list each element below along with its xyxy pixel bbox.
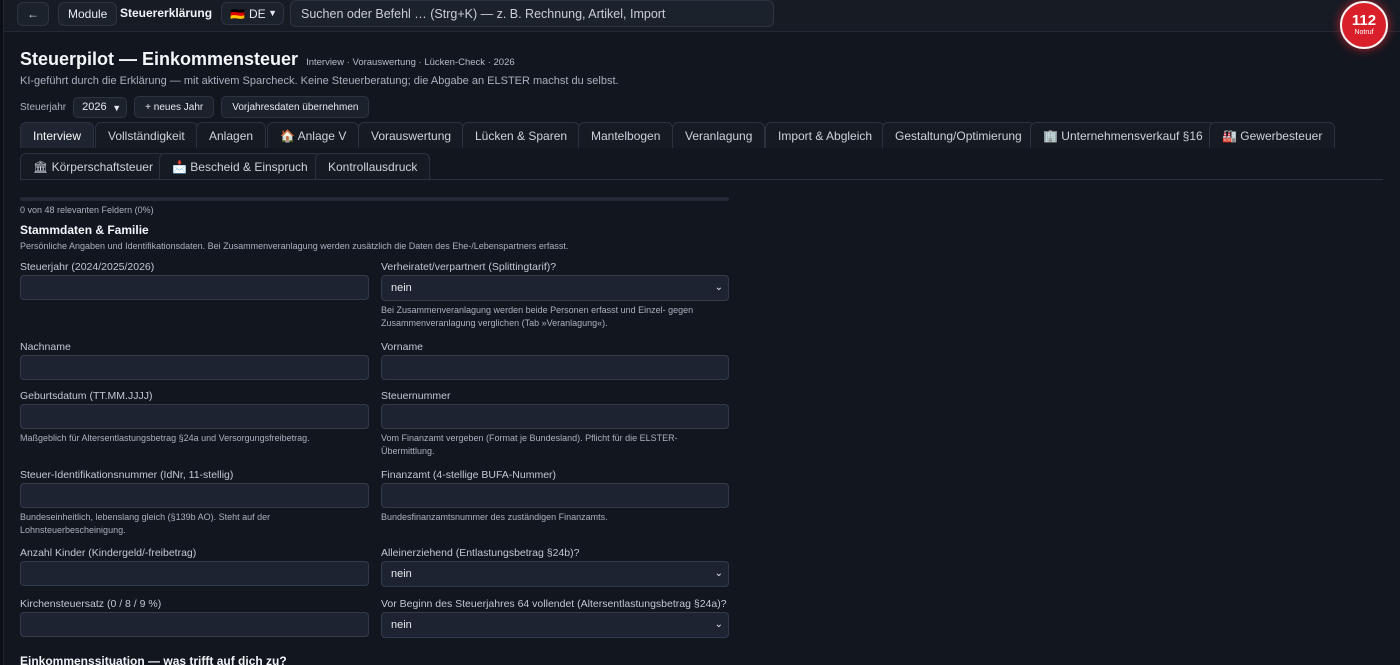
field-label-kirchensteuer: Kirchensteuersatz (0 / 8 / 9 %) [20, 598, 162, 610]
chevron-down-icon: ⌄ [714, 282, 723, 293]
steuernummer-hint: Vom Finanzamt vergeben (Format je Bundes… [381, 433, 678, 456]
search-input[interactable]: Suchen oder Befehl … (Strg+K) — z. B. Re… [290, 0, 774, 27]
finanzamt-hint: Bundesfinanzamtsnummer des zuständigen F… [381, 512, 608, 522]
year-value: 2026 [82, 101, 107, 113]
tab-mantelbogen[interactable]: Mantelbogen [578, 122, 674, 148]
geburtsdatum-input[interactable] [20, 404, 369, 429]
tab-gestaltung[interactable]: Gestaltung/Optimierung [882, 122, 1035, 148]
field-label-idnr: Steuer-Identifikationsnummer (IdNr, 11-s… [20, 469, 234, 481]
idnr-hint: Bundeseinheitlich, lebenslang gleich (§1… [20, 512, 271, 535]
tab-interview[interactable]: Interview [20, 122, 95, 148]
progress-text: 0 von 48 relevanten Feldern (0%) [20, 205, 154, 215]
verheiratet-value: nein [391, 282, 412, 294]
tab-vollstaendigkeit[interactable]: Vollständigkeit [95, 122, 198, 148]
steuerjahr-input[interactable] [20, 275, 369, 300]
tab-import-abgleich[interactable]: Import & Abgleich [765, 122, 886, 148]
language-select[interactable]: 🇩🇪 DE ▼ [221, 2, 284, 25]
left-rail [0, 0, 4, 665]
alter64-select[interactable]: nein ⌄ [381, 612, 729, 638]
tab-veranlagung[interactable]: Veranlagung [672, 122, 766, 148]
emergency-button[interactable]: 112 Notruf [1340, 1, 1388, 49]
app-title: Steuererklärung [120, 6, 213, 20]
chevron-down-icon: ▼ [268, 8, 277, 18]
tab-gewerbesteuer[interactable]: 🏭 Gewerbesteuer [1209, 122, 1336, 148]
field-label-nachname: Nachname [20, 341, 71, 353]
emergency-label: Notruf [1354, 29, 1374, 36]
alleinerziehend-value: nein [391, 568, 412, 580]
vorname-input[interactable] [381, 355, 729, 380]
nachname-input[interactable] [20, 355, 369, 380]
verheiratet-hint: Bei Zusammenveranlagung werden beide Per… [381, 305, 694, 328]
progress-bar [20, 197, 729, 201]
field-label-steuerjahr: Steuerjahr (2024/2025/2026) [20, 261, 155, 273]
field-label-finanzamt: Finanzamt (4-stellige BUFA-Nummer) [381, 469, 557, 481]
new-year-button[interactable]: + neues Jahr [134, 96, 215, 118]
year-label: Steuerjahr [20, 101, 67, 113]
finanzamt-input[interactable] [381, 483, 729, 508]
page-header: Steuerpilot — Einkommensteuer Interview … [20, 49, 515, 70]
field-label-kinder: Anzahl Kinder (Kindergeld/-freibetrag) [20, 547, 197, 559]
field-label-alter64: Vor Beginn des Steuerjahres 64 vollendet… [381, 598, 727, 610]
page-title: Steuerpilot — Einkommensteuer [20, 49, 299, 69]
module-button[interactable]: Module [58, 2, 118, 26]
tab-koerperschaftsteuer[interactable]: 🏛 Körperschaftsteuer [20, 153, 166, 179]
field-label-vorname: Vorname [381, 341, 424, 353]
chevron-down-icon: ⌄ [714, 568, 723, 579]
chevron-down-icon: ▼ [112, 102, 122, 113]
field-label-alleinerziehend: Alleinerziehend (Entlastungsbetrag §24b)… [381, 547, 580, 559]
year-select[interactable]: 2026 ▼ [73, 96, 128, 118]
tab-anlagen[interactable]: Anlagen [196, 122, 267, 148]
tab-vorauswertung[interactable]: Vorauswertung [358, 122, 465, 148]
top-bar: ← Module Steuererklärung 🇩🇪 DE ▼ Suchen … [4, 0, 1400, 32]
idnr-input[interactable] [20, 483, 369, 508]
section-title-stammdaten: Stammdaten & Familie [20, 223, 149, 237]
section-description-stammdaten: Persönliche Angaben und Identifikationsd… [20, 241, 569, 251]
tab-anlage-v[interactable]: 🏠 Anlage V [267, 122, 360, 148]
tab-luecken-sparen[interactable]: Lücken & Sparen [462, 122, 581, 148]
alleinerziehend-select[interactable]: nein ⌄ [381, 561, 729, 587]
tab-unternehmensverkauf[interactable]: 🏢 Unternehmensverkauf §16 [1030, 122, 1216, 148]
page-subtitle: Interview · Vorauswertung · Lücken-Check… [306, 57, 515, 68]
field-label-steuernummer: Steuernummer [381, 390, 451, 402]
page-description: KI-geführt durch die Erklärung — mit akt… [20, 75, 619, 87]
section-title-einkommen: Einkommenssituation — was trifft auf dic… [20, 654, 287, 665]
flag-icon: 🇩🇪 [230, 6, 245, 21]
geburtsdatum-hint: Maßgeblich für Altersentlastungsbetrag §… [20, 433, 310, 443]
chevron-down-icon: ⌄ [714, 619, 723, 630]
tab-divider [20, 179, 1383, 180]
steuernummer-input[interactable] [381, 404, 729, 429]
kinder-input[interactable] [20, 561, 369, 586]
verheiratet-select[interactable]: nein ⌄ [381, 275, 729, 301]
language-code: DE [248, 6, 266, 21]
tab-bescheid-einspruch[interactable]: 📩 Bescheid & Einspruch [159, 153, 321, 179]
tab-kontrollausdruck[interactable]: Kontrollausdruck [315, 153, 431, 179]
emergency-number: 112 [1351, 12, 1377, 29]
field-label-geburtsdatum: Geburtsdatum (TT.MM.JJJJ) [20, 390, 153, 402]
copy-previous-year-button[interactable]: Vorjahresdaten übernehmen [221, 96, 370, 118]
year-row: Steuerjahr 2026 ▼ + neues Jahr Vorjahres… [20, 96, 370, 118]
alter64-value: nein [391, 619, 412, 631]
kirchensteuer-input[interactable] [20, 612, 369, 637]
field-label-verheiratet: Verheiratet/verpartnert (Splittingtarif)… [381, 261, 557, 273]
back-button[interactable]: ← [17, 2, 49, 26]
